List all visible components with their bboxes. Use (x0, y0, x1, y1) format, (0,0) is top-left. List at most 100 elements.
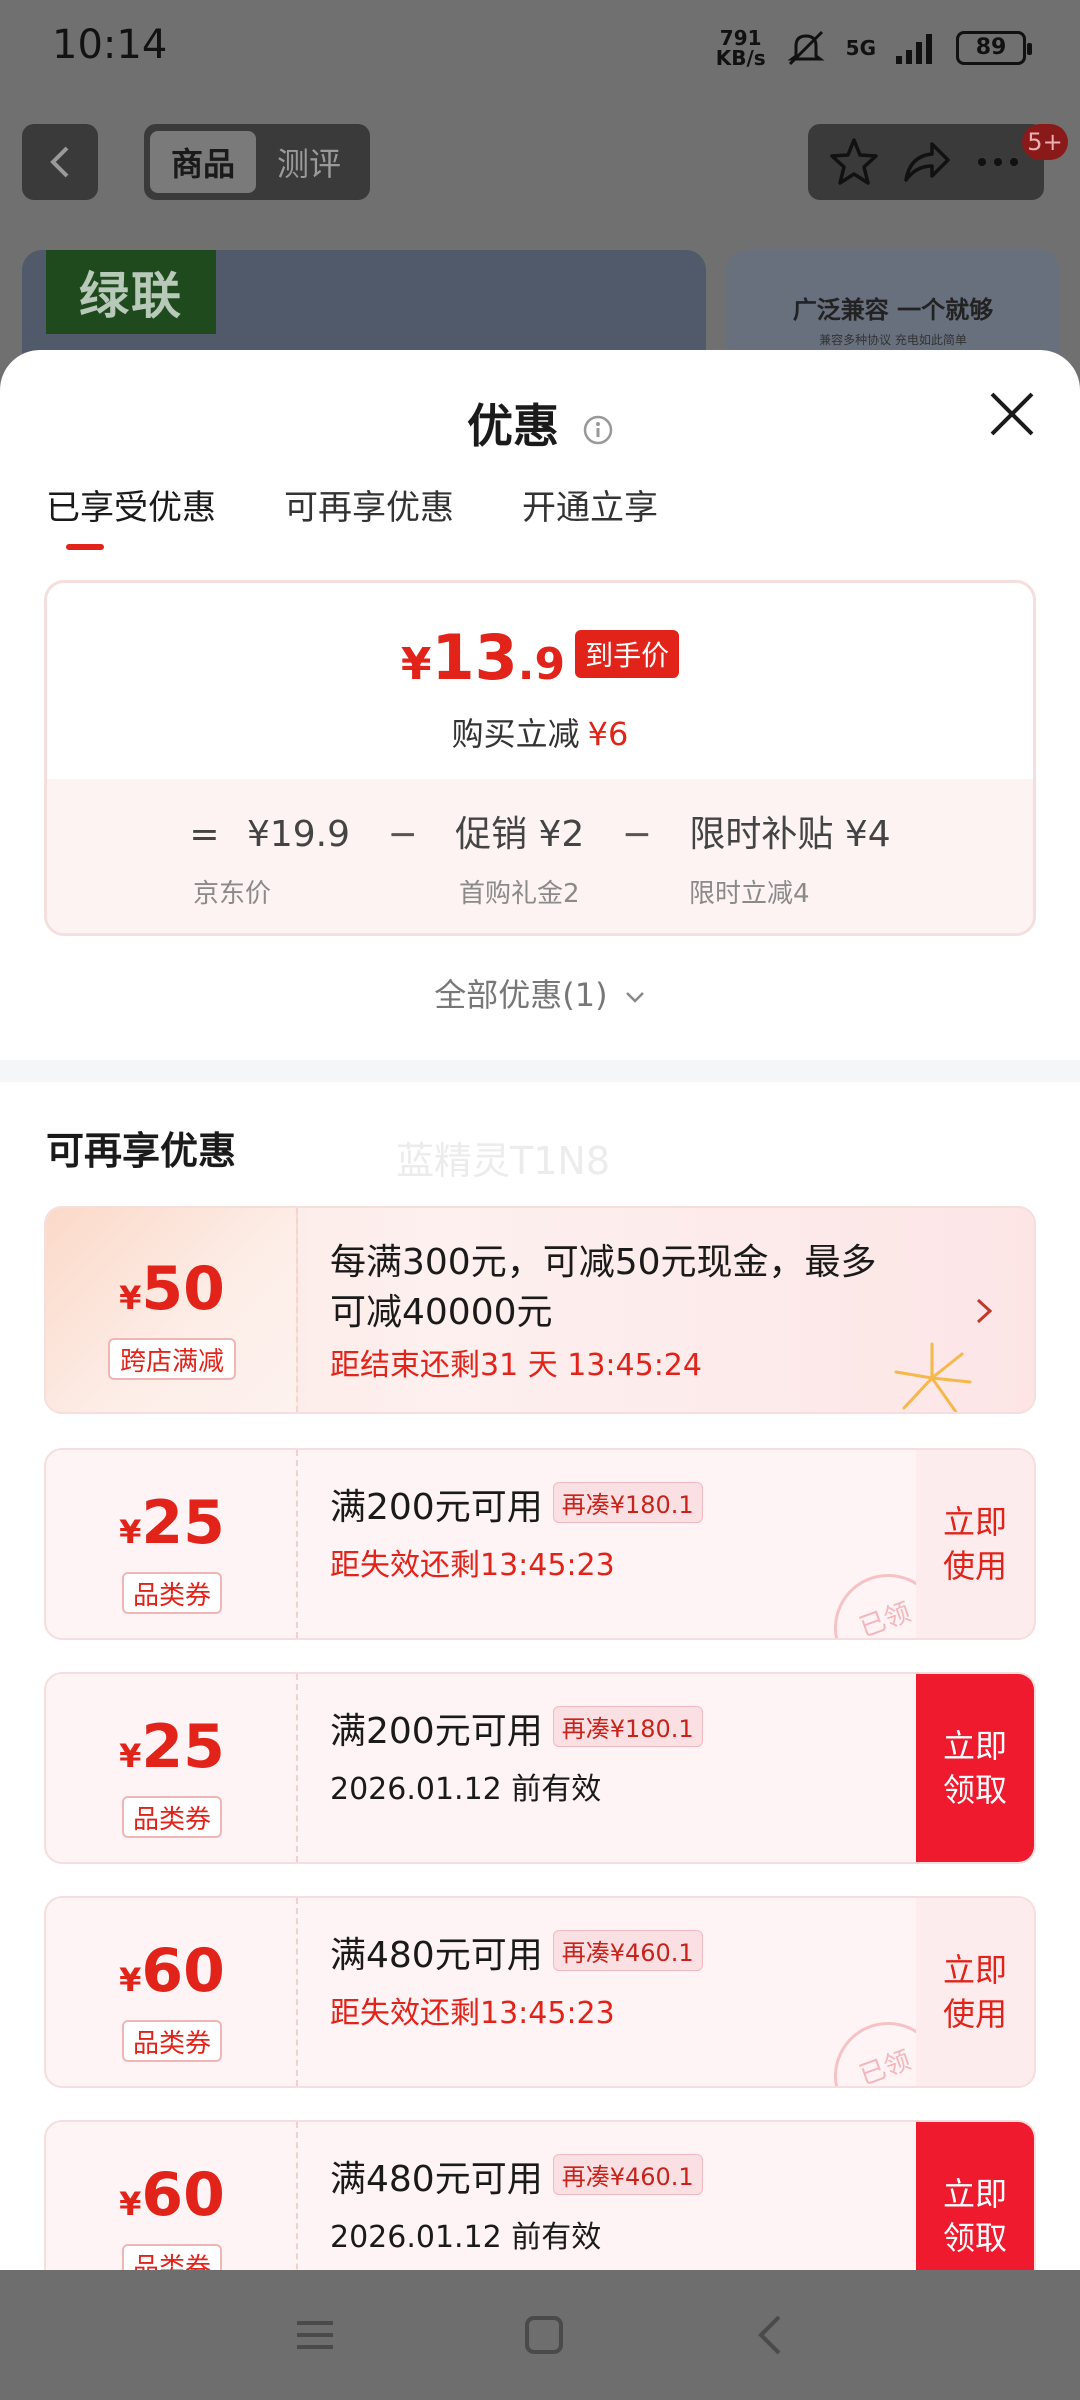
network-type: 5G (845, 36, 876, 60)
coupon-gap-tag: 再凑¥460.1 (552, 1930, 703, 1971)
coupon-condition-cont: 可减40000元 (330, 1292, 553, 1333)
currency-symbol: ¥ (400, 639, 432, 690)
coupon-condition: 满200元可用 (330, 1711, 543, 1752)
coupon-type: 品类券 (122, 2020, 222, 2062)
subsidy-discount: 限时补贴 ¥4 (689, 814, 891, 855)
page-tab-switch: 商品 测评 (144, 124, 370, 200)
sparkle-decoration-icon (894, 1342, 972, 1412)
coupon-condition: 每满300元，可减50元现金，最多 (330, 1242, 877, 1283)
minus-sign: − (387, 814, 418, 855)
tab-more-offers[interactable]: 可再享优惠 (284, 480, 454, 540)
chevron-right-icon (976, 1298, 993, 1324)
all-offers-toggle[interactable]: 全部优惠(1) (0, 970, 1080, 1016)
coupon-category: ¥25 品类券 满200元可用 再凑¥180.1 2026.01.12 前有效 立… (44, 1672, 1036, 1864)
equals-sign: = (189, 814, 220, 855)
coupon-condition: 满480元可用 (330, 1935, 543, 1976)
sheet-title: 优惠 (0, 390, 1080, 456)
coupon-countdown: 距结束还剩31 天 13:45:24 (330, 1348, 702, 1383)
coupon-countdown: 距失效还剩13:45:23 (330, 1548, 615, 1583)
sheet-title-text: 优惠 (466, 399, 559, 453)
battery-icon: 89 (956, 31, 1032, 65)
tab-product[interactable]: 商品 (150, 131, 256, 193)
promo-discount: 促销 ¥2 (455, 814, 585, 855)
all-offers-label: 全部优惠(1) (434, 976, 608, 1014)
price-summary-card: ¥13.9 到手价 购买立减 ¥6 = ¥19.9 − 促销 ¥2 − 限时补贴 ¥… (44, 580, 1036, 936)
offers-sheet: 优惠 已享受优惠 可再享优惠 开通立享 ¥13.9 到手价 购买立减 ¥6 = ¥1… (0, 350, 1080, 2270)
coupon-amount: 25 (141, 1488, 225, 1558)
home-icon[interactable] (522, 2313, 566, 2357)
claim-now-button[interactable]: 立即 领取 (916, 2122, 1034, 2270)
final-price: ¥13.9 到手价 (47, 621, 1033, 694)
jd-price-label: 京东价 (193, 879, 272, 909)
back-nav-icon[interactable] (751, 2313, 787, 2357)
coupon-countdown: 距失效还剩13:45:23 (330, 1996, 615, 2031)
signal-icon (896, 34, 932, 64)
chevron-left-icon (50, 146, 69, 178)
status-time: 10:14 (52, 22, 168, 68)
status-bar: 10:14 791 KB/s 5G 89 (0, 0, 1080, 100)
reduce-amount: ¥6 (587, 715, 629, 753)
use-now-button[interactable]: 立即 使用 (916, 1898, 1034, 2086)
message-badge: 5+ (1022, 124, 1068, 160)
coupon-type: 品类券 (122, 1796, 222, 1838)
watermark: 蓝精灵T1N8 (396, 1139, 610, 1183)
coupon-yen: ¥ (119, 1513, 142, 1551)
coupon-type: 品类券 (122, 1572, 222, 1614)
coupon-yen: ¥ (119, 1961, 142, 1999)
claim-now-button[interactable]: 立即 领取 (916, 1674, 1034, 1862)
price-formula: = ¥19.9 − 促销 ¥2 − 限时补贴 ¥4 京东价 首购礼金2 限时立减… (47, 779, 1033, 933)
product-page-background: 10:14 791 KB/s 5G 89 商品 测评 5+ 绿联 广泛兼容 一个… (0, 0, 1080, 450)
system-nav-bar (0, 2270, 1080, 2400)
tab-review[interactable]: 测评 (256, 131, 362, 193)
coupon-value: ¥60 品类券 (46, 1898, 298, 2086)
action-line-1: 立即 (942, 1951, 1007, 1989)
minus-sign: − (621, 814, 652, 855)
share-icon[interactable] (900, 136, 952, 188)
coupon-amount: 60 (141, 2160, 225, 2230)
jd-price: ¥19.9 (246, 814, 350, 855)
coupon-yen: ¥ (119, 1279, 142, 1317)
tab-activate-offers[interactable]: 开通立享 (522, 480, 658, 540)
coupon-category: ¥25 品类券 满200元可用 再凑¥180.1 距失效还剩13:45:23 已领… (44, 1448, 1036, 1640)
action-line-1: 立即 (942, 1503, 1007, 1541)
action-line-1: 立即 (942, 2175, 1007, 2213)
action-line-1: 立即 (942, 1727, 1007, 1765)
info-icon[interactable] (583, 415, 613, 445)
section-title: 可再享优惠 (46, 1129, 237, 1173)
coupon-value: ¥60 品类券 (46, 2122, 298, 2270)
coupon-yen: ¥ (119, 1737, 142, 1775)
coupon-category: ¥60 品类券 满480元可用 再凑¥460.1 距失效还剩13:45:23 已领… (44, 1896, 1036, 2088)
star-icon[interactable] (828, 136, 880, 188)
card-subtitle: 兼容多种协议 充电如此简单 (819, 333, 967, 347)
coupon-gap-tag: 再凑¥180.1 (552, 1482, 703, 1523)
coupon-amount: 50 (141, 1254, 225, 1324)
price-integer: 13 (431, 621, 518, 694)
chevron-down-icon (625, 992, 644, 1003)
coupon-gap-tag: 再凑¥460.1 (552, 2154, 703, 2195)
net-speed-value: 791 (719, 26, 762, 50)
coupon-category: ¥60 品类券 满480元可用 再凑¥460.1 2026.01.12 前有效 立… (44, 2120, 1036, 2270)
section-divider (0, 1060, 1080, 1082)
coupon-expiry: 2026.01.12 前有效 (330, 1772, 602, 1807)
tab-enjoyed-offers[interactable]: 已享受优惠 (46, 480, 216, 540)
coupon-type: 跨店满减 (108, 1338, 236, 1380)
price-decimal: .9 (517, 639, 566, 690)
coupon-expiry: 2026.01.12 前有效 (330, 2220, 602, 2255)
back-button[interactable] (22, 124, 98, 200)
coupon-value: ¥50 跨店满减 (46, 1208, 298, 1412)
use-now-button[interactable]: 立即 使用 (916, 1450, 1034, 1638)
coupon-cross-store[interactable]: ¥50 跨店满减 每满300元，可减50元现金，最多 可减40000元 距结束还… (44, 1206, 1036, 1414)
net-speed-unit: KB/s (715, 46, 766, 70)
more-icon[interactable] (972, 136, 1024, 188)
mute-bell-icon (787, 30, 825, 66)
menu-icon[interactable] (293, 2315, 337, 2355)
action-line-2: 使用 (942, 1547, 1007, 1585)
coupon-yen: ¥ (119, 2185, 142, 2223)
top-actions (808, 124, 1044, 200)
close-icon[interactable] (984, 386, 1040, 442)
coupon-value: ¥25 品类券 (46, 1674, 298, 1862)
coupon-condition: 满480元可用 (330, 2159, 543, 2200)
net-speed: 791 KB/s (716, 28, 766, 68)
coupon-condition: 满200元可用 (330, 1487, 543, 1528)
coupon-type: 品类券 (122, 2244, 222, 2270)
